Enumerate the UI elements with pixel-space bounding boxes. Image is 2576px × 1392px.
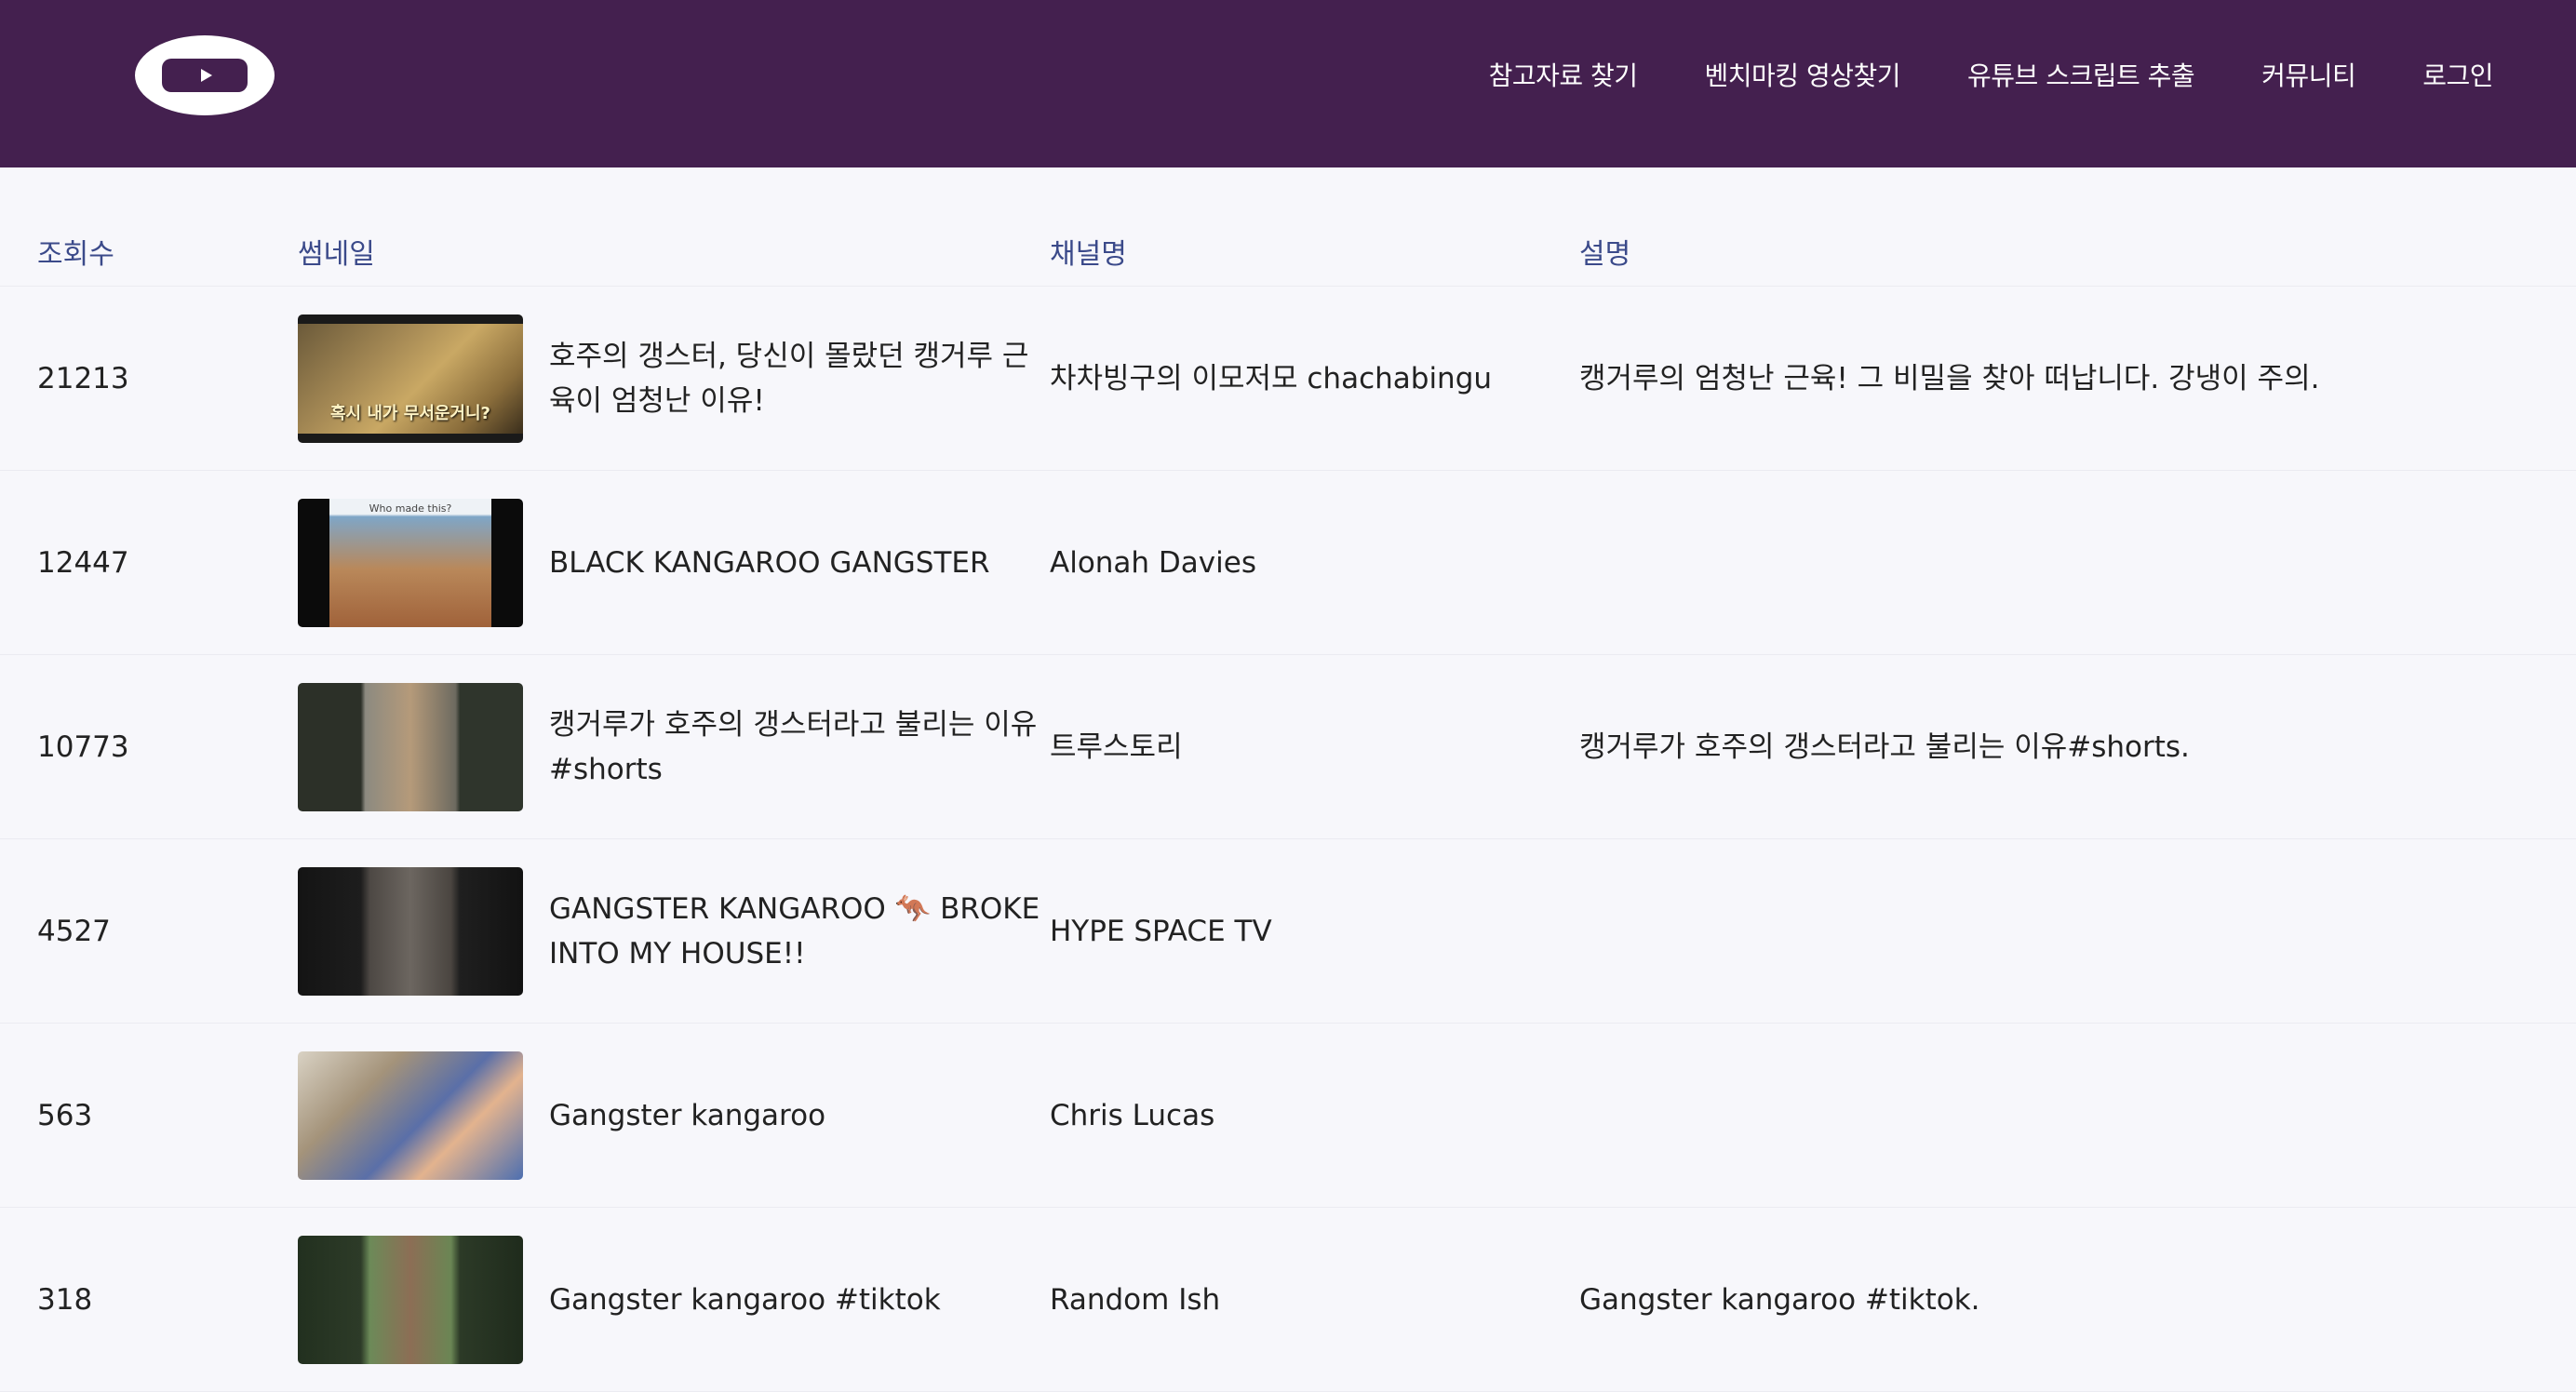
channel-name[interactable]: 차차빙구의 이모저모 chachabingu bbox=[1050, 287, 1571, 471]
column-header-views[interactable]: 조회수 bbox=[37, 231, 114, 272]
column-header-description[interactable]: 설명 bbox=[1579, 231, 1630, 272]
nav-find-references[interactable]: 참고자료 찾기 bbox=[1489, 56, 1638, 93]
table-row[interactable]: 4527 GANGSTER KANGAROO 🦘 BROKE INTO MY H… bbox=[0, 839, 2576, 1024]
nav-login[interactable]: 로그인 bbox=[2422, 56, 2493, 93]
thumbnail-cell: Who made this? bbox=[298, 471, 523, 655]
thumbnail-cell bbox=[298, 655, 523, 839]
main-nav: 참고자료 찾기 벤치마킹 영상찾기 유튜브 스크립트 추출 커뮤니티 로그인 bbox=[1489, 0, 2494, 149]
video-description bbox=[1579, 471, 2510, 655]
thumbnail-image bbox=[329, 499, 491, 627]
column-header-thumbnail[interactable]: 썸네일 bbox=[298, 231, 375, 272]
video-title[interactable]: GANGSTER KANGAROO 🦘 BROKE INTO MY HOUSE!… bbox=[549, 839, 1042, 1024]
table-header-row: 조회수 썸네일 채널명 설명 bbox=[0, 167, 2576, 287]
thumbnail-cell bbox=[298, 1024, 523, 1208]
play-triangle-icon bbox=[201, 69, 212, 82]
video-description bbox=[1579, 1024, 2510, 1208]
channel-name[interactable]: Alonah Davies bbox=[1050, 471, 1571, 655]
column-header-channel[interactable]: 채널명 bbox=[1050, 231, 1127, 272]
table-row[interactable]: 563 Gangster kangaroo Chris Lucas bbox=[0, 1024, 2576, 1208]
thumbnail-cell bbox=[298, 1208, 523, 1392]
video-title[interactable]: Gangster kangaroo bbox=[549, 1024, 1042, 1208]
table-row[interactable]: 318 Gangster kangaroo #tiktok Random Ish… bbox=[0, 1208, 2576, 1392]
view-count: 4527 bbox=[37, 914, 111, 948]
view-count: 563 bbox=[37, 1098, 93, 1132]
view-count: 21213 bbox=[37, 361, 129, 395]
channel-name[interactable]: HYPE SPACE TV bbox=[1050, 839, 1571, 1024]
thumbnail-caption: 혹시 내가 무서운거니? bbox=[329, 404, 490, 424]
thumbnail-cell: 혹시 내가 무서운거니? bbox=[298, 287, 523, 471]
thumbnail-cell bbox=[298, 839, 523, 1024]
results-table: 조회수 썸네일 채널명 설명 21213 혹시 내가 무서운거니? 호주의 갱스… bbox=[0, 167, 2576, 1392]
video-description: 캥거루가 호주의 갱스터라고 불리는 이유#shorts. bbox=[1579, 729, 2190, 764]
table-row[interactable]: 12447 Who made this? BLACK KANGAROO GANG… bbox=[0, 471, 2576, 655]
logo-inner bbox=[162, 59, 248, 92]
video-thumbnail[interactable] bbox=[298, 867, 523, 996]
video-description: Gangster kangaroo #tiktok. bbox=[1579, 1282, 1980, 1317]
video-description bbox=[1579, 839, 2510, 1024]
video-thumbnail[interactable]: Who made this? bbox=[298, 499, 523, 627]
view-count: 12447 bbox=[37, 545, 129, 580]
table-row[interactable]: 10773 캥거루가 호주의 갱스터라고 불리는 이유 #shorts 트루스토… bbox=[0, 655, 2576, 839]
video-thumbnail[interactable] bbox=[298, 683, 523, 811]
channel-name[interactable]: 트루스토리 bbox=[1050, 655, 1571, 839]
youtube-play-icon[interactable] bbox=[135, 35, 275, 115]
video-title[interactable]: BLACK KANGAROO GANGSTER bbox=[549, 471, 1042, 655]
nav-community[interactable]: 커뮤니티 bbox=[2261, 56, 2356, 93]
channel-name[interactable]: Chris Lucas bbox=[1050, 1024, 1571, 1208]
view-count: 10773 bbox=[37, 729, 129, 764]
video-title[interactable]: 캥거루가 호주의 갱스터라고 불리는 이유 #shorts bbox=[549, 655, 1042, 839]
video-description: 캥거루의 엄청난 근육! 그 비밀을 찾아 떠납니다. 강냉이 주의. bbox=[1579, 361, 2320, 395]
video-thumbnail[interactable] bbox=[298, 1236, 523, 1364]
video-thumbnail[interactable]: 혹시 내가 무서운거니? bbox=[298, 315, 523, 443]
channel-name[interactable]: Random Ish bbox=[1050, 1208, 1571, 1392]
view-count: 318 bbox=[37, 1282, 93, 1317]
thumbnail-caption: Who made this? bbox=[369, 502, 452, 515]
nav-find-benchmark-videos[interactable]: 벤치마킹 영상찾기 bbox=[1705, 56, 1901, 93]
video-title[interactable]: 호주의 갱스터, 당신이 몰랐던 캥거루 근육이 엄청난 이유! bbox=[549, 287, 1042, 471]
nav-youtube-script-extract[interactable]: 유튜브 스크립트 추출 bbox=[1967, 56, 2195, 93]
video-thumbnail[interactable] bbox=[298, 1051, 523, 1180]
video-title[interactable]: Gangster kangaroo #tiktok bbox=[549, 1208, 1042, 1392]
table-row[interactable]: 21213 혹시 내가 무서운거니? 호주의 갱스터, 당신이 몰랐던 캥거루 … bbox=[0, 287, 2576, 471]
top-navigation-bar: 참고자료 찾기 벤치마킹 영상찾기 유튜브 스크립트 추출 커뮤니티 로그인 bbox=[0, 0, 2576, 167]
